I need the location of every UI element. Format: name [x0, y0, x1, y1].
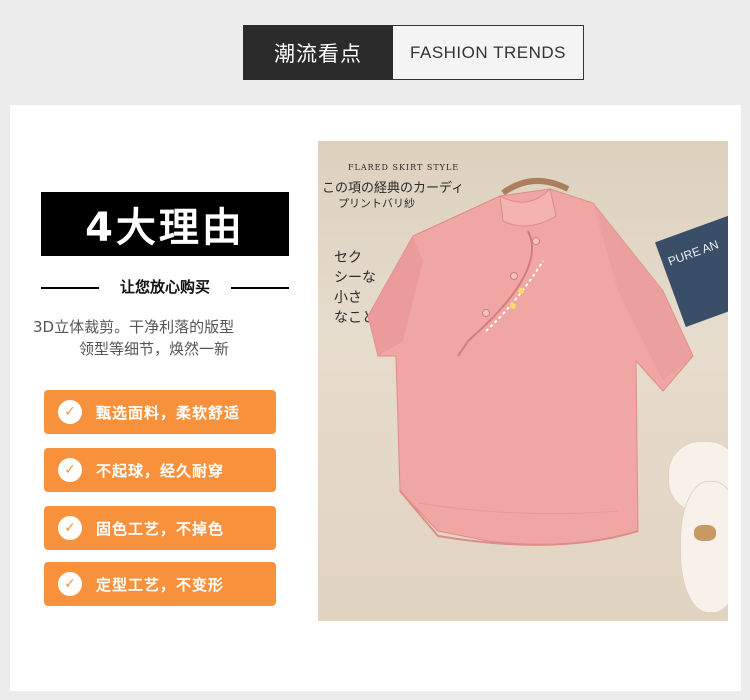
description-line-2: 领型等细节，焕然一新	[79, 340, 230, 358]
reasons-title: 4大理由	[41, 192, 289, 256]
check-leaf-icon: ✓	[58, 516, 82, 540]
product-photo: FLARED SKIRT STYLE この項の経典のカーディ プリントバリ紗 セ…	[318, 141, 728, 621]
reasons-subtitle: 让您放心购买	[119, 278, 210, 296]
feature-badge-pilling: ✓ 不起球，经久耐穿	[44, 448, 276, 492]
reasons-description: 3D立体裁剪。干净利落的版型 领型等细节，焕然一新	[33, 316, 303, 360]
shoe-bottom	[680, 481, 728, 613]
feature-label: 不起球，经久耐穿	[96, 461, 225, 480]
description-line-1: 3D立体裁剪。干净利落的版型	[33, 318, 235, 336]
section-header: 潮流看点 FASHION TRENDS	[243, 25, 584, 80]
header-title-en: FASHION TRENDS	[393, 25, 584, 80]
shoe-bow	[694, 525, 716, 541]
feature-badge-fabric: ✓ 甄选面料，柔软舒适	[44, 390, 276, 434]
feature-label: 固色工艺，不掉色	[96, 519, 225, 538]
pink-blouse-illustration	[367, 177, 694, 546]
subtitle-divider-right	[231, 287, 289, 289]
check-leaf-icon: ✓	[58, 458, 82, 482]
check-leaf-icon: ✓	[58, 572, 82, 596]
feature-badge-color: ✓ 固色工艺，不掉色	[44, 506, 276, 550]
feature-badge-shape: ✓ 定型工艺，不变形	[44, 562, 276, 606]
feature-label: 甄选面料，柔软舒适	[96, 403, 241, 422]
check-leaf-icon: ✓	[58, 400, 82, 424]
feature-label: 定型工艺，不变形	[96, 575, 225, 594]
subtitle-divider-left	[41, 287, 99, 289]
header-title-cn: 潮流看点	[243, 25, 393, 80]
